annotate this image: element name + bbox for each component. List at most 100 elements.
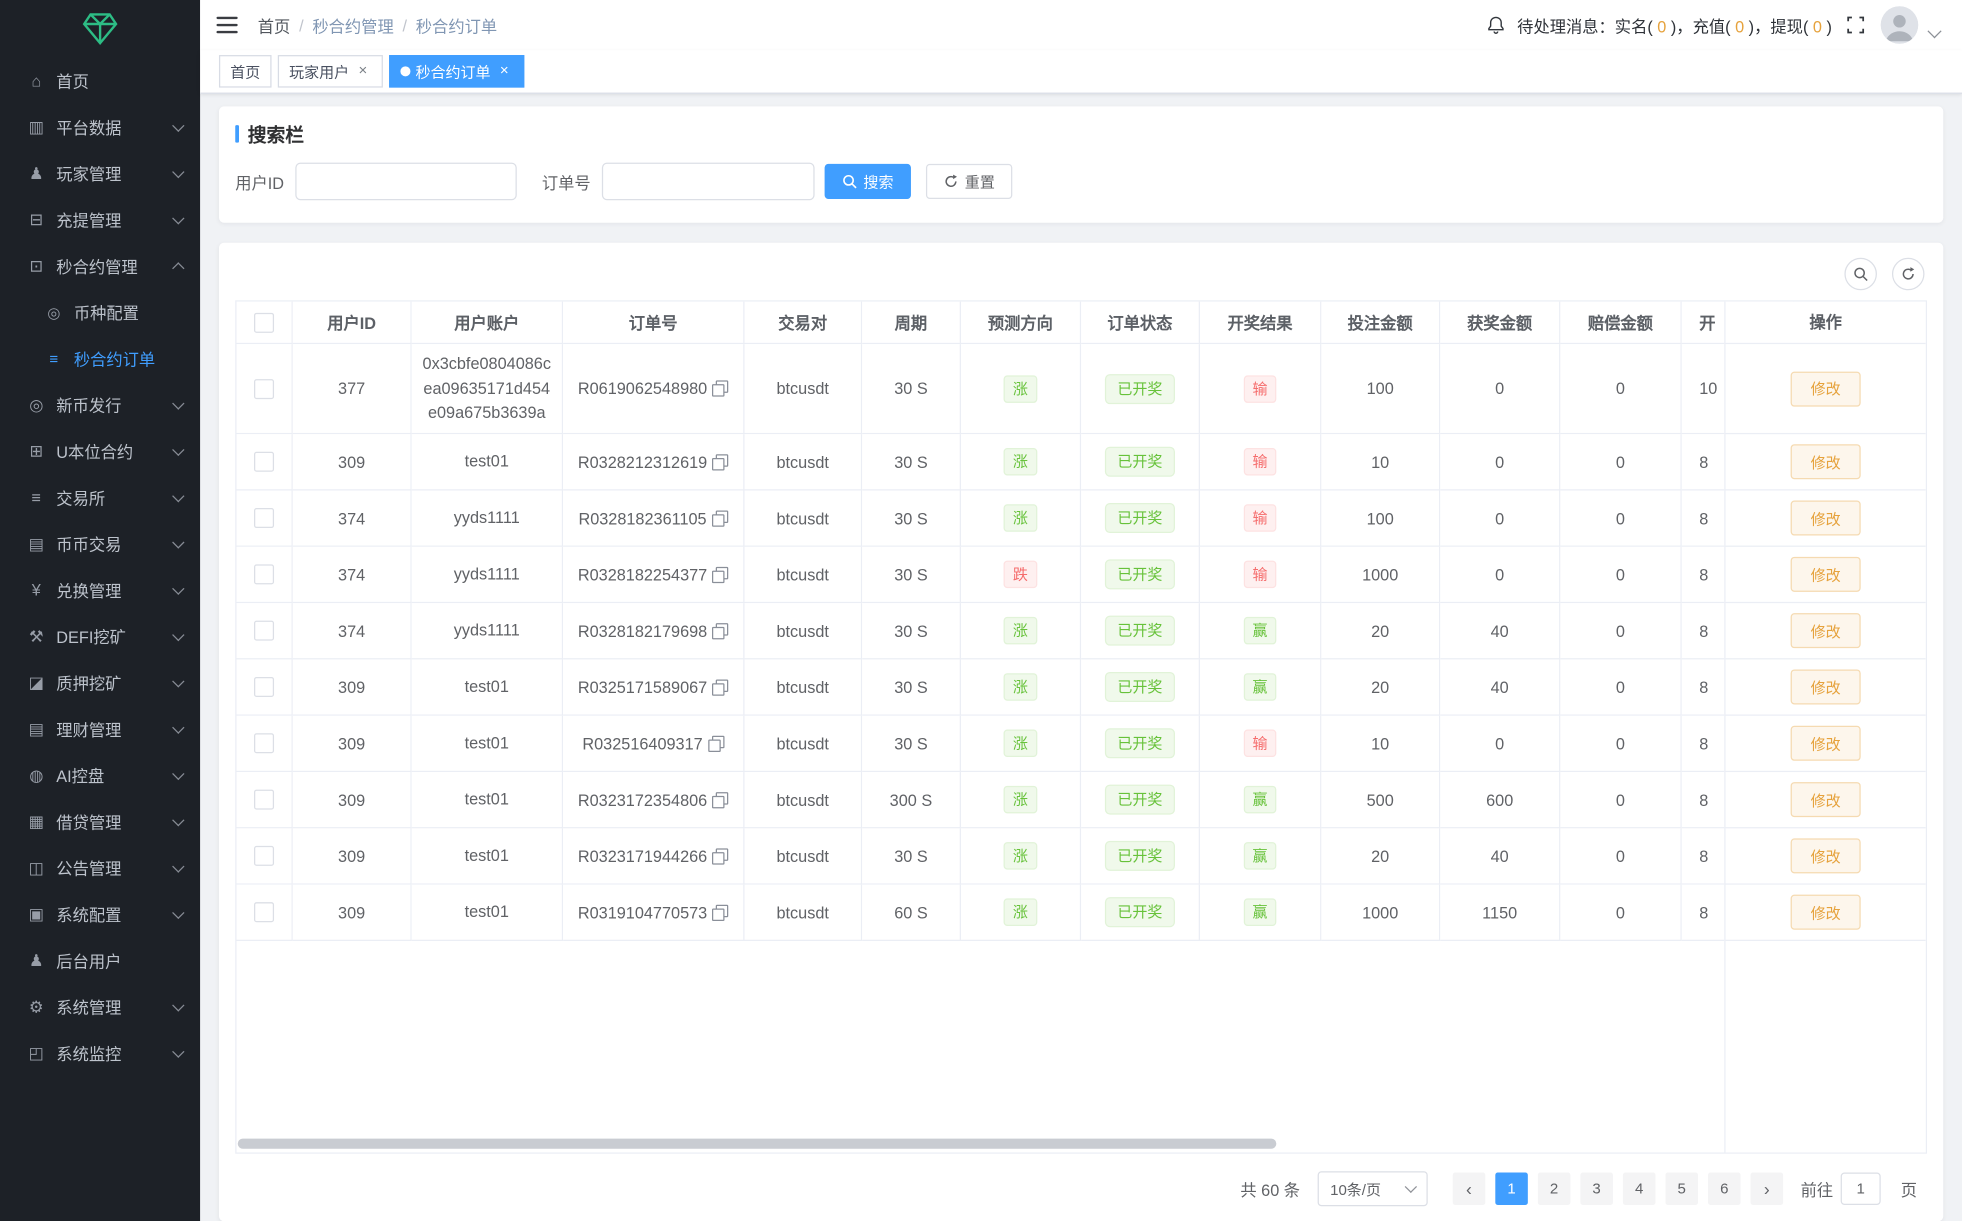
hamburger-icon[interactable]	[216, 16, 237, 34]
sidebar-item-lending[interactable]: ▦借贷管理	[0, 798, 200, 844]
row-checkbox[interactable]	[254, 508, 274, 528]
select-all-cell	[236, 302, 292, 345]
copy-icon[interactable]	[712, 904, 728, 920]
sidebar-item-staking-mining[interactable]: ◪质押挖矿	[0, 659, 200, 705]
tab-player-users[interactable]: 玩家用户×	[278, 55, 383, 88]
sidebar-item-admin-users[interactable]: ♟后台用户	[0, 937, 200, 983]
cell-result: 输	[1200, 716, 1321, 772]
copy-icon[interactable]	[712, 380, 728, 396]
search-panel-title: 搜索栏	[235, 121, 1927, 146]
sidebar-item-system-management[interactable]: ⚙系统管理	[0, 984, 200, 1030]
loan-icon: ▦	[25, 811, 48, 831]
cell-status: 已开奖	[1081, 659, 1200, 715]
sidebar-item-player-management[interactable]: ♟玩家管理	[0, 150, 200, 196]
cell-direction: 跌	[961, 547, 1081, 603]
edit-button[interactable]: 修改	[1791, 444, 1861, 479]
order-no-value: R0328212312619	[578, 452, 707, 471]
copy-icon[interactable]	[712, 848, 728, 864]
row-checkbox[interactable]	[254, 379, 274, 399]
cell-period: 30 S	[862, 716, 961, 772]
page-size-select[interactable]: 10条/页	[1318, 1171, 1428, 1206]
sidebar-item-platform-data[interactable]: ▥平台数据	[0, 104, 200, 150]
page-button[interactable]: 3	[1580, 1172, 1613, 1205]
copy-icon[interactable]	[712, 679, 728, 695]
close-icon[interactable]: ×	[354, 63, 372, 81]
row-checkbox[interactable]	[254, 790, 274, 810]
row-checkbox[interactable]	[254, 677, 274, 697]
page-button[interactable]: 1	[1495, 1172, 1528, 1205]
page-button[interactable]: 6	[1708, 1172, 1741, 1205]
edit-button[interactable]: 修改	[1791, 669, 1861, 704]
copy-icon[interactable]	[712, 454, 728, 470]
result-tag: 输	[1244, 504, 1277, 532]
sidebar-subitem-coin-config[interactable]: ◎币种配置	[0, 289, 200, 335]
edit-button[interactable]: 修改	[1791, 613, 1861, 648]
fullscreen-icon[interactable]	[1847, 16, 1865, 34]
sidebar-item-seconds-contract[interactable]: ⊡秒合约管理	[0, 243, 200, 289]
select-all-checkbox[interactable]	[254, 313, 274, 333]
edit-button[interactable]: 修改	[1791, 726, 1861, 761]
sidebar-item-system-config[interactable]: ▣系统配置	[0, 891, 200, 937]
row-checkbox[interactable]	[254, 621, 274, 641]
cell-direction: 涨	[961, 772, 1081, 828]
copy-icon[interactable]	[712, 623, 728, 639]
sidebar-item-new-coin[interactable]: ◎新币发行	[0, 382, 200, 428]
sidebar-item-announcement[interactable]: ◫公告管理	[0, 845, 200, 891]
edit-button[interactable]: 修改	[1791, 782, 1861, 817]
edit-button[interactable]: 修改	[1791, 838, 1861, 873]
sidebar-item-u-contract-label: U本位合约	[56, 439, 133, 463]
edit-button[interactable]: 修改	[1791, 501, 1861, 536]
chevron-down-icon[interactable]	[1927, 24, 1941, 38]
breadcrumb-item[interactable]: 首页	[258, 13, 291, 37]
sidebar-subitem-seconds-orders[interactable]: ≡秒合约订单	[0, 335, 200, 381]
order-no-value: R0328182254377	[578, 565, 707, 584]
row-select-cell	[236, 547, 292, 603]
sidebar-item-defi-mining[interactable]: ⚒DEFI挖矿	[0, 613, 200, 659]
copy-icon[interactable]	[712, 791, 728, 807]
page-button[interactable]: 5	[1665, 1172, 1698, 1205]
sidebar-item-deposit-withdraw[interactable]: ⊟充提管理	[0, 196, 200, 242]
copy-icon[interactable]	[712, 566, 728, 582]
status-tag: 已开奖	[1105, 616, 1175, 646]
horizontal-scrollbar[interactable]	[238, 1139, 1277, 1149]
avatar[interactable]	[1881, 6, 1919, 44]
sidebar-item-home[interactable]: ⌂首页	[0, 58, 200, 104]
edit-button[interactable]: 修改	[1791, 557, 1861, 592]
action-cell: 修改	[1726, 716, 1926, 772]
prev-page-button[interactable]: ‹	[1453, 1172, 1486, 1205]
row-checkbox[interactable]	[254, 734, 274, 754]
sidebar-item-wealth[interactable]: ▤理财管理	[0, 706, 200, 752]
sidebar-item-ai-control[interactable]: ◍AI控盘	[0, 752, 200, 798]
tab-home[interactable]: 首页	[219, 55, 272, 88]
copy-icon[interactable]	[708, 735, 724, 751]
edit-button[interactable]: 修改	[1791, 371, 1861, 406]
search-button-label: 搜索	[863, 171, 893, 192]
bell-icon[interactable]	[1487, 15, 1506, 35]
order-no-input[interactable]	[602, 163, 815, 201]
edit-button[interactable]: 修改	[1791, 895, 1861, 930]
row-checkbox[interactable]	[254, 452, 274, 472]
search-button[interactable]: 搜索	[825, 164, 911, 199]
next-page-button[interactable]: ›	[1751, 1172, 1784, 1205]
zoom-tool-button[interactable]	[1844, 258, 1877, 291]
sidebar-item-exchange[interactable]: ≡交易所	[0, 474, 200, 520]
row-checkbox[interactable]	[254, 565, 274, 585]
breadcrumb-separator: /	[402, 16, 407, 35]
tab-home-label: 首页	[230, 61, 260, 82]
sidebar-item-coin-trade[interactable]: ▤币币交易	[0, 521, 200, 567]
row-checkbox[interactable]	[254, 903, 274, 923]
breadcrumb-item[interactable]: 秒合约管理	[312, 13, 393, 37]
row-checkbox[interactable]	[254, 846, 274, 866]
goto-page-input[interactable]	[1841, 1172, 1881, 1205]
sidebar-item-u-contract[interactable]: ⊞U本位合约	[0, 428, 200, 474]
close-icon[interactable]: ×	[496, 63, 514, 81]
sidebar-item-swap[interactable]: ¥兑换管理	[0, 567, 200, 613]
copy-icon[interactable]	[712, 510, 728, 526]
refresh-tool-button[interactable]	[1892, 258, 1925, 291]
reset-button[interactable]: 重置	[926, 164, 1012, 199]
sidebar-item-system-monitor[interactable]: ◰系统监控	[0, 1030, 200, 1076]
page-button[interactable]: 2	[1538, 1172, 1571, 1205]
user-id-input[interactable]	[295, 163, 516, 201]
page-button[interactable]: 4	[1623, 1172, 1656, 1205]
tab-seconds-orders[interactable]: 秒合约订单×	[389, 55, 524, 88]
